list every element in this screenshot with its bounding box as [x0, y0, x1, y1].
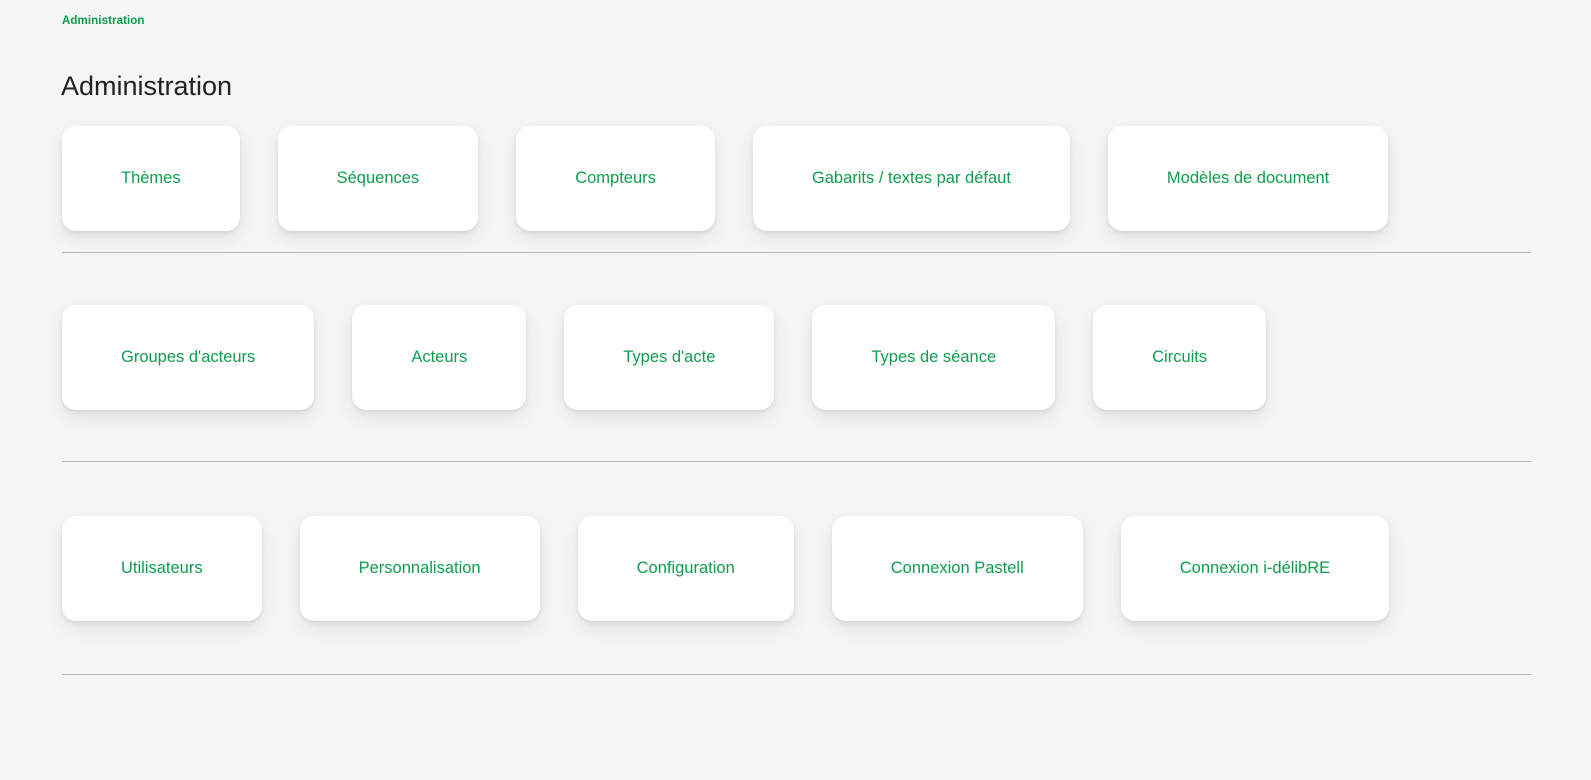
admin-card-modeles-de-document[interactable]: Modèles de document — [1107, 125, 1389, 231]
card-row-parametrage: Utilisateurs Personnalisation Configurat… — [0, 462, 1591, 674]
admin-card-label: Modèles de document — [1166, 169, 1330, 187]
admin-sections: Thèmes Séquences Compteurs Gabarits / te… — [0, 104, 1591, 675]
admin-section-acteurs-et-circuits: Groupes d'acteurs Acteurs Types d'acte T… — [0, 253, 1591, 462]
admin-card-label: Groupes d'acteurs — [121, 348, 256, 366]
admin-card-label: Utilisateurs — [121, 559, 203, 577]
admin-card-compteurs[interactable]: Compteurs — [516, 125, 715, 231]
admin-card-connexion-i-delibre[interactable]: Connexion i-délibRE — [1120, 515, 1390, 621]
page-title: Administration — [61, 71, 233, 102]
admin-card-label: Connexion Pastell — [890, 559, 1024, 577]
admin-card-configuration[interactable]: Configuration — [577, 515, 794, 621]
section-divider — [62, 674, 1531, 675]
admin-card-acteurs[interactable]: Acteurs — [352, 304, 527, 410]
admin-card-utilisateurs[interactable]: Utilisateurs — [62, 515, 262, 621]
admin-card-label: Connexion i-délibRE — [1179, 559, 1331, 577]
admin-section-parametrage: Utilisateurs Personnalisation Configurat… — [0, 462, 1591, 675]
admin-card-label: Types d'acte — [623, 348, 716, 366]
admin-card-label: Acteurs — [411, 348, 468, 366]
admin-card-label: Personnalisation — [358, 559, 481, 577]
admin-card-personnalisation[interactable]: Personnalisation — [299, 515, 540, 621]
admin-card-label: Circuits — [1152, 348, 1208, 366]
admin-card-label: Types de séance — [871, 348, 997, 366]
admin-card-types-de-seance[interactable]: Types de séance — [812, 304, 1056, 410]
admin-card-sequences[interactable]: Séquences — [277, 125, 479, 231]
card-row-contenu: Thèmes Séquences Compteurs Gabarits / te… — [0, 104, 1591, 252]
admin-card-label: Thèmes — [121, 169, 181, 187]
admin-card-connexion-pastell[interactable]: Connexion Pastell — [831, 515, 1083, 621]
card-row-acteurs-et-circuits: Groupes d'acteurs Acteurs Types d'acte T… — [0, 253, 1591, 461]
admin-card-types-d-acte[interactable]: Types d'acte — [564, 304, 775, 410]
administration-page: Administration Administration Thèmes Séq… — [0, 0, 1591, 780]
breadcrumb[interactable]: Administration — [62, 13, 145, 29]
admin-card-label: Configuration — [636, 559, 735, 577]
admin-card-label: Compteurs — [575, 169, 656, 187]
admin-section-contenu: Thèmes Séquences Compteurs Gabarits / te… — [0, 104, 1591, 253]
admin-card-themes[interactable]: Thèmes — [62, 125, 240, 231]
admin-card-label: Séquences — [336, 169, 420, 187]
admin-card-groupes-d-acteurs[interactable]: Groupes d'acteurs — [62, 304, 315, 410]
admin-card-gabarits-textes-par-defaut[interactable]: Gabarits / textes par défaut — [752, 125, 1070, 231]
admin-card-circuits[interactable]: Circuits — [1093, 304, 1267, 410]
admin-card-label: Gabarits / textes par défaut — [811, 169, 1011, 187]
